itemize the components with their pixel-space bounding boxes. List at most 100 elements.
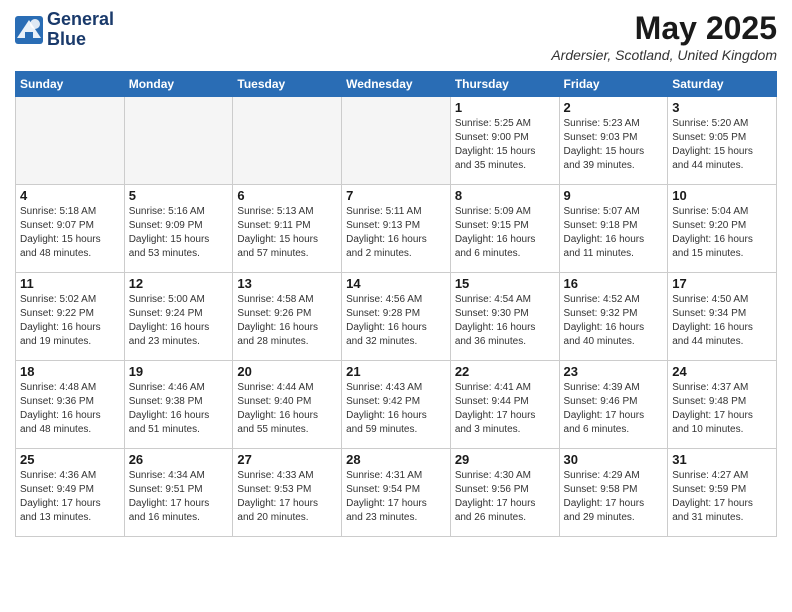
calendar-cell: 3Sunrise: 5:20 AMSunset: 9:05 PMDaylight… [668, 97, 777, 185]
day-info: Sunrise: 4:37 AMSunset: 9:48 PMDaylight:… [672, 381, 772, 437]
day-number: 28 [346, 452, 446, 467]
logo-text: General Blue [47, 10, 114, 50]
day-info: Sunrise: 4:29 AMSunset: 9:58 PMDaylight:… [564, 469, 664, 525]
logo: General Blue [15, 10, 114, 50]
calendar-table: SundayMondayTuesdayWednesdayThursdayFrid… [15, 71, 777, 537]
day-number: 20 [237, 364, 337, 379]
week-row-3: 11 Sunrise: 5:02 AMSunset: 9:22 PMDayligh… [16, 273, 777, 361]
day-header-thursday: Thursday [450, 72, 559, 97]
calendar-cell: 17Sunrise: 4:50 AMSunset: 9:34 PMDayligh… [668, 273, 777, 361]
day-number: 11 [20, 276, 120, 291]
logo-icon [15, 16, 43, 44]
calendar-cell [16, 97, 125, 185]
calendar-cell: 10 Sunrise: 5:04 AMSunset: 9:20 PMDayligh… [668, 185, 777, 273]
day-number: 7 [346, 188, 446, 203]
calendar-cell: 28 Sunrise: 4:31 AMSunset: 9:54 PMDayligh… [342, 449, 451, 537]
day-info: Sunrise: 5:13 AMSunset: 9:11 PMDaylight:… [237, 205, 337, 261]
day-info: Sunrise: 5:11 AMSunset: 9:13 PMDaylight:… [346, 205, 446, 261]
calendar-cell: 2Sunrise: 5:23 AMSunset: 9:03 PMDaylight… [559, 97, 668, 185]
calendar-cell: 31 Sunrise: 4:27 AMSunset: 9:59 PMDayligh… [668, 449, 777, 537]
day-number: 25 [20, 452, 120, 467]
day-number: 17 [672, 276, 772, 291]
day-info: Sunrise: 5:04 AMSunset: 9:20 PMDaylight:… [672, 205, 772, 261]
day-number: 30 [564, 452, 664, 467]
calendar-cell: 27 Sunrise: 4:33 AMSunset: 9:53 PMDayligh… [233, 449, 342, 537]
day-number: 18 [20, 364, 120, 379]
day-info: Sunrise: 5:16 AMSunset: 9:09 PMDaylight:… [129, 205, 229, 261]
day-info: Sunrise: 4:46 AMSunset: 9:38 PMDaylight:… [129, 381, 229, 437]
page-header: General Blue May 2025 Ardersier, Scotlan… [15, 10, 777, 63]
calendar-cell: 19Sunrise: 4:46 AMSunset: 9:38 PMDayligh… [124, 361, 233, 449]
day-number: 31 [672, 452, 772, 467]
month-title: May 2025 [551, 10, 777, 47]
day-number: 1 [455, 100, 555, 115]
calendar-cell: 11 Sunrise: 5:02 AMSunset: 9:22 PMDayligh… [16, 273, 125, 361]
day-info: Sunrise: 4:33 AMSunset: 9:53 PMDaylight:… [237, 469, 337, 525]
day-number: 12 [129, 276, 229, 291]
title-block: May 2025 Ardersier, Scotland, United Kin… [551, 10, 777, 63]
day-header-monday: Monday [124, 72, 233, 97]
week-row-4: 18 Sunrise: 4:48 AMSunset: 9:36 PMDayligh… [16, 361, 777, 449]
day-number: 16 [564, 276, 664, 291]
day-number: 9 [564, 188, 664, 203]
day-info: Sunrise: 5:07 AMSunset: 9:18 PMDaylight:… [564, 205, 664, 261]
day-number: 22 [455, 364, 555, 379]
day-info: Sunrise: 4:54 AMSunset: 9:30 PMDaylight:… [455, 293, 555, 349]
calendar-cell: 29 Sunrise: 4:30 AMSunset: 9:56 PMDayligh… [450, 449, 559, 537]
day-number: 24 [672, 364, 772, 379]
week-row-1: 1 Sunrise: 5:25 AMSunset: 9:00 PMDaylight… [16, 97, 777, 185]
day-number: 15 [455, 276, 555, 291]
day-header-saturday: Saturday [668, 72, 777, 97]
day-number: 23 [564, 364, 664, 379]
day-number: 5 [129, 188, 229, 203]
day-info: Sunrise: 5:02 AMSunset: 9:22 PMDaylight:… [20, 293, 120, 349]
calendar-cell: 5 Sunrise: 5:16 AMSunset: 9:09 PMDaylight… [124, 185, 233, 273]
day-info: Sunrise: 4:36 AMSunset: 9:49 PMDaylight:… [20, 469, 120, 525]
calendar-cell: 14Sunrise: 4:56 AMSunset: 9:28 PMDayligh… [342, 273, 451, 361]
day-info: Sunrise: 4:48 AMSunset: 9:36 PMDaylight:… [20, 381, 120, 437]
calendar-cell: 20 Sunrise: 4:44 AMSunset: 9:40 PMDayligh… [233, 361, 342, 449]
day-info: Sunrise: 4:41 AMSunset: 9:44 PMDaylight:… [455, 381, 555, 437]
day-info: Sunrise: 4:52 AMSunset: 9:32 PMDaylight:… [564, 293, 664, 349]
day-info: Sunrise: 4:44 AMSunset: 9:40 PMDaylight:… [237, 381, 337, 437]
calendar-cell: 22 Sunrise: 4:41 AMSunset: 9:44 PMDayligh… [450, 361, 559, 449]
day-info: Sunrise: 5:00 AMSunset: 9:24 PMDaylight:… [129, 293, 229, 349]
day-info: Sunrise: 4:31 AMSunset: 9:54 PMDaylight:… [346, 469, 446, 525]
day-header-tuesday: Tuesday [233, 72, 342, 97]
day-info: Sunrise: 4:56 AMSunset: 9:28 PMDaylight:… [346, 293, 446, 349]
calendar-cell: 30 Sunrise: 4:29 AMSunset: 9:58 PMDayligh… [559, 449, 668, 537]
week-row-5: 25 Sunrise: 4:36 AMSunset: 9:49 PMDayligh… [16, 449, 777, 537]
calendar-cell: 12 Sunrise: 5:00 AMSunset: 9:24 PMDayligh… [124, 273, 233, 361]
location: Ardersier, Scotland, United Kingdom [551, 47, 777, 63]
day-info: Sunrise: 4:34 AMSunset: 9:51 PMDaylight:… [129, 469, 229, 525]
calendar-cell: 8 Sunrise: 5:09 AMSunset: 9:15 PMDaylight… [450, 185, 559, 273]
day-number: 8 [455, 188, 555, 203]
calendar-cell: 18 Sunrise: 4:48 AMSunset: 9:36 PMDayligh… [16, 361, 125, 449]
calendar-cell: 6Sunrise: 5:13 AMSunset: 9:11 PMDaylight… [233, 185, 342, 273]
day-number: 21 [346, 364, 446, 379]
day-info: Sunrise: 4:43 AMSunset: 9:42 PMDaylight:… [346, 381, 446, 437]
day-number: 10 [672, 188, 772, 203]
days-header-row: SundayMondayTuesdayWednesdayThursdayFrid… [16, 72, 777, 97]
day-number: 27 [237, 452, 337, 467]
day-info: Sunrise: 5:23 AMSunset: 9:03 PMDaylight:… [564, 117, 664, 173]
calendar-cell [233, 97, 342, 185]
day-info: Sunrise: 4:39 AMSunset: 9:46 PMDaylight:… [564, 381, 664, 437]
day-header-friday: Friday [559, 72, 668, 97]
calendar-cell: 9 Sunrise: 5:07 AMSunset: 9:18 PMDaylight… [559, 185, 668, 273]
day-number: 29 [455, 452, 555, 467]
calendar-cell: 23 Sunrise: 4:39 AMSunset: 9:46 PMDayligh… [559, 361, 668, 449]
day-info: Sunrise: 4:58 AMSunset: 9:26 PMDaylight:… [237, 293, 337, 349]
day-header-sunday: Sunday [16, 72, 125, 97]
day-info: Sunrise: 5:25 AMSunset: 9:00 PMDaylight:… [455, 117, 555, 173]
day-number: 4 [20, 188, 120, 203]
day-info: Sunrise: 5:09 AMSunset: 9:15 PMDaylight:… [455, 205, 555, 261]
day-number: 3 [672, 100, 772, 115]
day-info: Sunrise: 4:30 AMSunset: 9:56 PMDaylight:… [455, 469, 555, 525]
calendar-cell: 15 Sunrise: 4:54 AMSunset: 9:30 PMDayligh… [450, 273, 559, 361]
day-number: 13 [237, 276, 337, 291]
calendar-cell: 4Sunrise: 5:18 AMSunset: 9:07 PMDaylight… [16, 185, 125, 273]
day-number: 26 [129, 452, 229, 467]
day-info: Sunrise: 4:27 AMSunset: 9:59 PMDaylight:… [672, 469, 772, 525]
calendar-cell: 25 Sunrise: 4:36 AMSunset: 9:49 PMDayligh… [16, 449, 125, 537]
